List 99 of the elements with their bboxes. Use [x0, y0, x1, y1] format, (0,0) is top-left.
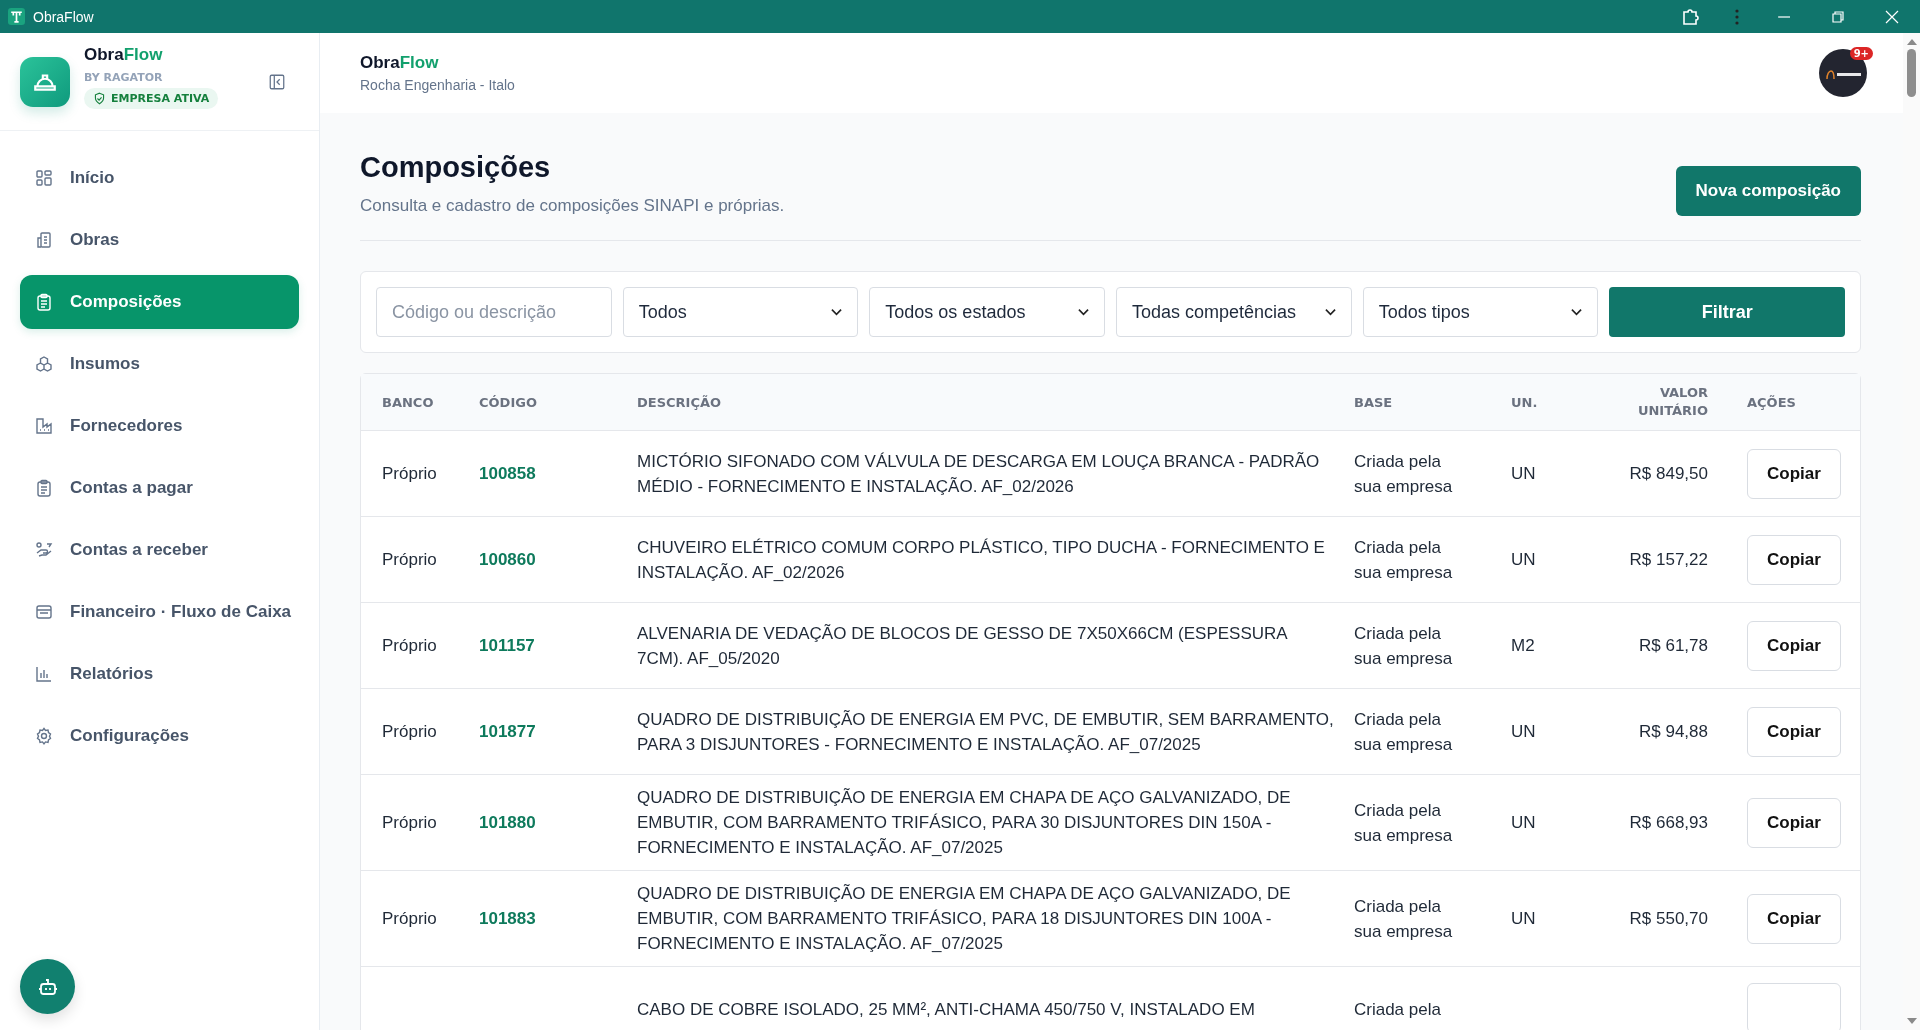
tray-icon [34, 602, 54, 622]
code-link[interactable]: 101880 [479, 812, 536, 832]
table-cell: UN [1511, 721, 1536, 741]
table-cell: R$ 61,78 [1639, 635, 1708, 655]
header-brand: ObraFlow [360, 53, 440, 73]
bar-chart-icon [34, 664, 54, 684]
column-header: VALOR UNITÁRIO [1637, 383, 1708, 420]
app-logo-icon [8, 8, 25, 25]
status-badge: EMPRESA ATIVA [84, 88, 219, 109]
nav-item[interactable]: Configurações [20, 709, 299, 763]
table-cell-text: QUADRO DE DISTRIBUIÇÃO DE ENERGIA EM PVC, DE EMBUTIR, SEM BARRAMENTO, PARA 3 DISJUNTORES - FORNECIMENTO E INSTALAÇÃO. AF_07/2025 [637, 708, 1335, 756]
code-link[interactable]: 101877 [479, 721, 536, 741]
dropdown[interactable]: Todos tipos [1362, 287, 1599, 337]
table-cell: Próprio [382, 908, 437, 928]
code-link[interactable]: 101157 [479, 635, 535, 655]
window-title: ObraFlow [33, 8, 94, 25]
company-name: Rocha Engenharia - Italo [360, 77, 515, 93]
table-cell-text: QUADRO DE DISTRIBUIÇÃO DE ENERGIA EM CHAPA DE AÇO GALVANIZADO, DE EMBUTIR, COM BARRAMENTO TRIFÁSICO, PARA 18 DISJUNTORES DIN 100A - FORNECIMENTO E INSTALAÇÃO. AF_07/2025 [637, 883, 1292, 955]
cubes-icon [34, 354, 54, 374]
scroll-up-icon[interactable] [1906, 39, 1917, 45]
table-cell: R$ 550,70 [1629, 908, 1708, 928]
table-cell-text: CABO DE COBRE ISOLADO, 25 MM², ANTI-CHAMA 450/750 V, INSTALADO EM [637, 999, 1256, 1021]
clipboard-icon [34, 478, 54, 498]
table-cell-text: Criada pela [1354, 999, 1442, 1021]
code-link[interactable]: 100860 [479, 549, 536, 569]
table-cell: R$ 668,93 [1629, 812, 1708, 832]
table-cell: R$ 157,22 [1629, 549, 1708, 569]
table-cell-text: Criada pela sua empresa [1354, 450, 1454, 498]
table-cell-text: ALVENARIA DE VEDAÇÃO DE BLOCOS DE GESSO DE 7X50X66CM (ESPESSURA 7CM). AF_05/2020 [637, 622, 1289, 670]
table-cell-text: Criada pela sua empresa [1354, 622, 1454, 670]
column-header: CÓDIGO [479, 394, 538, 410]
collapse-sidebar-icon[interactable] [268, 73, 286, 91]
filter-button[interactable]: Filtrar [1609, 287, 1845, 337]
nav-item[interactable]: Obras [20, 213, 299, 267]
table-cell-text: Criada pela sua empresa [1354, 536, 1454, 584]
assistant-button[interactable] [20, 959, 75, 1014]
nav-item[interactable]: Contas a receber [20, 523, 299, 577]
column-header: UN. [1511, 394, 1539, 410]
building-icon [34, 230, 54, 250]
nav-item[interactable]: Início [20, 151, 299, 205]
table-cell: Próprio [382, 812, 437, 832]
copy-button[interactable]: Copiar [1747, 620, 1841, 671]
table-cell: Próprio [382, 463, 437, 483]
copy-button[interactable]: Copiar [1747, 797, 1841, 848]
table-cell: UN [1511, 549, 1536, 569]
factory-icon [34, 416, 54, 436]
nav-item[interactable]: Fornecedores [20, 399, 299, 453]
nav-item[interactable]: Contas a pagar [20, 461, 299, 515]
grid-icon [34, 168, 54, 188]
table-cell-text: CHUVEIRO ELÉTRICO COMUM CORPO PLÁSTICO, TIPO DUCHA - FORNECIMENTO E INSTALAÇÃO. AF_02/2026 [637, 536, 1326, 584]
code-link[interactable]: 100858 [479, 463, 536, 483]
column-header: AÇÕES [1746, 394, 1797, 410]
code-link[interactable]: 101883 [479, 908, 536, 928]
table-cell: M2 [1511, 635, 1535, 655]
table-cell: R$ 849,50 [1629, 463, 1708, 483]
hand-icon [34, 540, 54, 560]
table-cell: UN [1511, 812, 1536, 832]
brand-name: ObraFlow [84, 45, 164, 65]
page-title: Composições [360, 151, 552, 184]
chevron-down-icon [831, 308, 843, 316]
copy-button[interactable]: Copiar [1747, 534, 1841, 585]
brand-byline: BY RAGATOR [84, 71, 164, 84]
table-cell: Próprio [382, 721, 437, 741]
table-cell: UN [1511, 463, 1536, 483]
table-cell-text: MICTÓRIO SIFONADO COM VÁLVULA DE DESCARGA EM LOUÇA BRANCA - PADRÃO MÉDIO - FORNECIMENTO E INSTALAÇÃO. AF_02/2026 [637, 450, 1321, 498]
page-subtitle: Consulta e cadastro de composições SINAPI e próprias. [360, 196, 785, 216]
chevron-down-icon [1324, 308, 1336, 316]
search-field[interactable]: Código ou descrição [376, 287, 612, 337]
table-cell: Próprio [382, 549, 437, 569]
nav-item[interactable]: Financeiro · Fluxo de Caixa [20, 585, 299, 639]
copy-button[interactable]: Copiar [1747, 706, 1841, 757]
chevron-down-icon [1571, 308, 1583, 316]
dropdown[interactable]: Todos os estados [869, 287, 1105, 337]
nav-item[interactable]: Composições [20, 275, 299, 329]
extension-icon[interactable] [1680, 6, 1700, 27]
table-cell-text: Criada pela sua empresa [1354, 895, 1454, 943]
dropdown[interactable]: Todos [622, 287, 859, 337]
table-cell-text: QUADRO DE DISTRIBUIÇÃO DE ENERGIA EM CHAPA DE AÇO GALVANIZADO, DE EMBUTIR, COM BARRAMENTO TRIFÁSICO, PARA 30 DISJUNTORES DIN 150A - FORNECIMENTO E INSTALAÇÃO. AF_07/2025 [637, 787, 1292, 859]
nav-item[interactable]: Relatórios [20, 647, 299, 701]
table-cell-text: Criada pela sua empresa [1354, 708, 1454, 756]
column-header: DESCRIÇÃO [637, 394, 723, 410]
table-cell: R$ 94,88 [1639, 721, 1708, 741]
scrollbar-thumb[interactable] [1907, 49, 1916, 97]
column-header: BASE [1354, 394, 1394, 410]
clipboard-icon [34, 292, 54, 312]
column-header: BANCO [382, 394, 435, 410]
new-composition-button[interactable]: Nova composição [1675, 166, 1861, 216]
table-cell: UN [1511, 908, 1536, 928]
scroll-down-icon[interactable] [1906, 1018, 1917, 1024]
copy-button[interactable]: Copiar [1747, 448, 1841, 499]
notification-badge: 9+ [1849, 47, 1873, 60]
dropdown[interactable]: Todas competências [1116, 287, 1352, 337]
copy-button[interactable]: Copiar [1747, 893, 1841, 944]
settings-icon [34, 726, 54, 746]
chevron-down-icon [1078, 308, 1089, 316]
table-cell: Próprio [382, 635, 437, 655]
table-cell-text: Criada pela sua empresa [1354, 799, 1454, 847]
nav-item[interactable]: Insumos [20, 337, 299, 391]
brand-logo [20, 57, 70, 107]
